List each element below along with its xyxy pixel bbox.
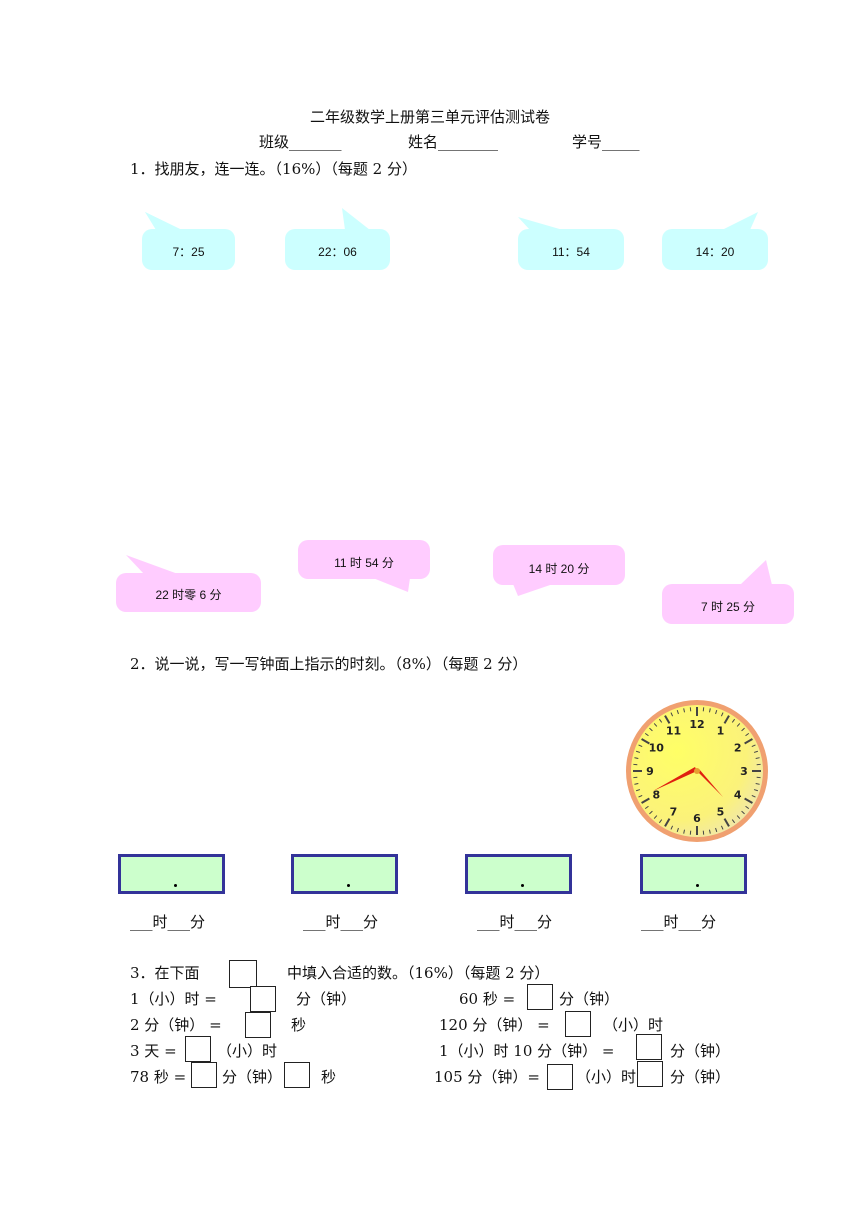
clock-face-image: 12 1 2 3 4 5 6 7 8 9 10 11	[625, 699, 769, 843]
q3-left-4-b: 分（钟）	[222, 1068, 283, 1086]
clock-number: 8	[652, 789, 660, 802]
class-field[interactable]: 班级_______	[259, 131, 342, 152]
time-bubble-label: 22 时零 6 分	[155, 588, 222, 602]
answer-label[interactable]: ___时___分	[477, 911, 552, 932]
time-bubble-label: 7：25	[172, 245, 205, 259]
answer-box[interactable]	[640, 854, 747, 894]
fill-box[interactable]	[250, 986, 276, 1012]
q3-right-4-c: 分（钟）	[670, 1068, 731, 1086]
time-bubble-top[interactable]: 14：20	[662, 212, 768, 270]
clock-number: 12	[689, 718, 704, 731]
answer-label[interactable]: ___时___分	[641, 911, 716, 932]
answer-box[interactable]	[291, 854, 398, 894]
q3-heading-b: 中填入合适的数。（16%）（每题 2 分）	[287, 964, 550, 982]
fill-box[interactable]	[636, 1034, 662, 1060]
fill-box[interactable]	[565, 1011, 591, 1037]
q2-heading: 2．说一说，写一写钟面上指示的时刻。（8%）（每题 2 分）	[130, 655, 528, 673]
q1-heading: 1．找朋友，连一连。（16%）（每题 2 分）	[130, 160, 417, 178]
q3-right-1-a: 60 秒 =	[459, 990, 516, 1008]
clock-number: 7	[670, 806, 678, 819]
time-bubble-bottom[interactable]: 7 时 25 分	[662, 560, 794, 624]
answer-dot	[174, 884, 177, 887]
q3-left-1-b: 分（钟）	[296, 990, 357, 1008]
clock-number: 9	[646, 765, 654, 778]
clock-number: 5	[717, 806, 725, 819]
name-field[interactable]: 姓名________	[408, 131, 498, 152]
fill-box[interactable]	[284, 1062, 310, 1088]
time-bubble-top[interactable]: 11：54	[518, 214, 624, 270]
answer-dot	[521, 884, 524, 887]
answer-box[interactable]	[118, 854, 225, 894]
answer-label[interactable]: ___时___分	[130, 911, 205, 932]
answer-dot	[696, 884, 699, 887]
time-bubble-label: 14：20	[695, 245, 735, 259]
clock-number: 3	[740, 765, 748, 778]
answer-box[interactable]	[465, 854, 572, 894]
time-bubble-label: 11 时 54 分	[334, 556, 394, 570]
q3-left-4-a: 78 秒 =	[130, 1068, 187, 1086]
q3-right-2-a: 120 分（钟） =	[439, 1016, 550, 1034]
fill-box[interactable]	[191, 1062, 217, 1088]
q3-right-3-b: 分（钟）	[670, 1042, 731, 1060]
q3-left-2-a: 2 分（钟） =	[130, 1016, 222, 1034]
fill-box[interactable]	[185, 1036, 211, 1062]
answer-label[interactable]: ___时___分	[303, 911, 378, 932]
fill-box[interactable]	[527, 984, 553, 1010]
q3-left-3-a: 3 天 =	[130, 1042, 177, 1060]
time-bubble-label: 22：06	[318, 245, 357, 259]
q3-left-3-b: （小）时	[217, 1042, 278, 1060]
q3-right-4-b: （小）时	[576, 1068, 637, 1086]
clock-number: 1	[717, 724, 725, 737]
q3-left-1-a: 1（小）时 =	[130, 990, 217, 1008]
clock-number: 6	[693, 812, 701, 825]
fill-box[interactable]	[547, 1064, 573, 1090]
page-title: 二年级数学上册第三单元评估测试卷	[309, 108, 550, 126]
clock-number: 11	[666, 724, 681, 737]
q3-heading-a: 3．在下面	[130, 964, 200, 982]
q3-right-1-b: 分（钟）	[559, 990, 620, 1008]
time-bubble-top[interactable]: 7：25	[142, 212, 235, 270]
q3-left-4-c: 秒	[321, 1068, 337, 1086]
clock-center	[694, 768, 700, 774]
student-number-field[interactable]: 学号_____	[572, 131, 640, 152]
time-bubble-label: 7 时 25 分	[700, 600, 756, 614]
answer-dot	[347, 884, 350, 887]
time-bubble-top[interactable]: 22：06	[285, 208, 390, 270]
clock-number: 10	[649, 742, 665, 755]
fill-box[interactable]	[245, 1012, 271, 1038]
fill-box[interactable]	[637, 1061, 663, 1087]
q3-right-4-a: 105 分（钟）=	[434, 1068, 540, 1086]
clock-number: 2	[734, 742, 742, 755]
example-fill-box	[229, 960, 257, 988]
q3-right-2-b: （小）时	[603, 1016, 664, 1034]
time-bubble-bottom[interactable]: 14 时 20 分	[493, 545, 625, 596]
clock-number: 4	[734, 789, 742, 802]
time-bubble-label: 11：54	[552, 245, 590, 259]
q3-right-3-a: 1（小）时 10 分（钟） =	[439, 1042, 615, 1060]
time-bubble-label: 14 时 20 分	[528, 562, 590, 576]
q3-left-2-b: 秒	[291, 1016, 307, 1034]
time-bubble-bottom[interactable]: 11 时 54 分	[298, 540, 430, 592]
time-bubble-bottom[interactable]: 22 时零 6 分	[116, 555, 261, 612]
